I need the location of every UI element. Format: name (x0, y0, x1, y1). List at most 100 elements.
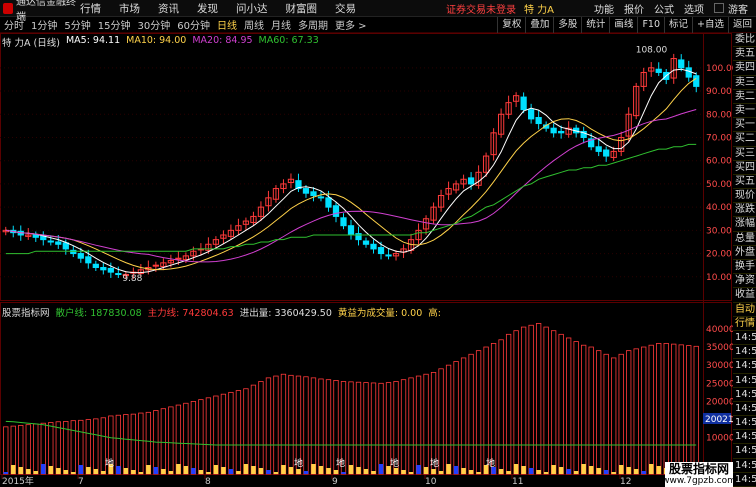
flow-bar (356, 467, 361, 474)
sub-y-tick: 10000 (706, 434, 733, 444)
chart-canvas[interactable]: 10.00 20.00 30.00 40.00 50.00 60.00 70.00 80.00… (0, 0, 733, 487)
legend-high: 高: (428, 308, 441, 319)
flow-bar (123, 468, 129, 474)
right-panel-item[interactable]: 净资 (733, 274, 756, 289)
right-panel-item[interactable]: 买三 (733, 147, 756, 161)
main-line-bar (25, 424, 31, 475)
main-line-bar (671, 343, 677, 475)
right-panel-item[interactable]: 委比 (733, 33, 756, 48)
right-panel-item[interactable]: 卖四 (733, 61, 756, 76)
right-panel-item[interactable]: 外盘 (733, 246, 756, 260)
right-panel-item[interactable]: 14:5 (733, 374, 756, 388)
right-panel-item[interactable]: 买四 (733, 161, 756, 175)
right-panel-item[interactable]: 买一 (733, 118, 756, 133)
main-line-bar (468, 353, 474, 475)
flow-bar (251, 466, 256, 474)
right-panel-item[interactable]: 卖二 (733, 90, 756, 104)
right-panel-item[interactable]: 14:5 (733, 444, 756, 459)
flow-bar (288, 467, 294, 474)
right-panel-item[interactable]: 收益 (733, 288, 756, 303)
right-panel-item[interactable]: 14:5 (733, 459, 756, 473)
main-line-bar (693, 345, 699, 475)
flow-bar (18, 467, 24, 474)
right-panel-item[interactable]: 卖五 (733, 47, 756, 62)
right-panel-item[interactable]: 14:5 (733, 402, 756, 417)
main-line-bar (33, 423, 39, 475)
candle-body (77, 253, 84, 259)
main-line-bar (558, 333, 564, 475)
flow-bar (266, 470, 271, 474)
flow-bar (633, 469, 639, 474)
main-line-bar (258, 381, 264, 475)
flow-bar (3, 472, 9, 474)
right-panel-item[interactable]: 行情 (733, 317, 756, 331)
watermark-url: www.7gpzb.com (662, 476, 736, 486)
main-line-bar (535, 323, 542, 475)
indicator-name[interactable]: 股票指标网 (2, 305, 50, 319)
flow-bar (228, 469, 234, 474)
flow-bar (78, 465, 84, 474)
right-panel-item[interactable]: 买二 (733, 132, 756, 147)
flow-bar (191, 468, 196, 474)
main-line-bar (543, 326, 549, 475)
legend-main: 主力线: 742804.63 (147, 308, 234, 319)
main-line-bar (280, 373, 287, 475)
right-panel-item[interactable]: 卖一 (733, 104, 756, 119)
flow-bar (236, 471, 241, 474)
candle-body (317, 196, 325, 199)
main-line-bar (528, 324, 534, 475)
right-panel-item[interactable]: 买五 (733, 175, 756, 190)
flow-bar (603, 470, 609, 474)
flow-bar (198, 470, 204, 474)
right-panel-item[interactable]: 14:5 (733, 345, 756, 360)
candle-body (370, 243, 377, 250)
flow-bar (566, 469, 571, 474)
flow-bar (528, 468, 534, 474)
x-axis-label: 7 (78, 477, 84, 487)
main-line-bar (145, 411, 152, 475)
right-panel-item[interactable]: 14:5 (733, 430, 756, 445)
right-panel-item[interactable]: 现价 (733, 189, 756, 204)
candle-body (678, 59, 685, 69)
candle-body (603, 149, 610, 157)
right-panel-item[interactable]: 涨幅 (733, 217, 756, 232)
right-panel-item[interactable]: 涨跌 (733, 203, 756, 218)
flow-bar (348, 465, 354, 474)
right-panel-item[interactable]: 14:5 (733, 416, 756, 431)
flow-bar (71, 472, 76, 474)
main-line-bar (550, 330, 557, 475)
right-panel-item[interactable]: 卖三 (733, 76, 756, 90)
right-panel-item[interactable]: 总量 (733, 232, 756, 246)
flow-bar (506, 471, 511, 474)
right-panel-item[interactable]: 14:5 (733, 331, 756, 346)
main-line-bar (438, 368, 444, 475)
x-axis-label: 9 (332, 477, 338, 487)
main-line-bar (303, 376, 309, 475)
main-line-bar (288, 374, 294, 475)
main-line-bar (213, 395, 219, 475)
flow-bar (588, 466, 594, 474)
right-panel-item[interactable]: 14:5 (733, 388, 756, 402)
candle-body (32, 234, 39, 238)
flow-bar (468, 470, 474, 474)
main-line-bar (205, 397, 212, 475)
flow-bar (431, 469, 436, 474)
flow-bar (153, 467, 159, 474)
main-line-bar (475, 350, 482, 475)
low-label: 9.88 (122, 274, 142, 284)
retail-line (5, 420, 697, 446)
right-panel-item[interactable]: 14:5 (733, 473, 756, 487)
bottom-marker-label: 地 (336, 457, 345, 469)
watermark: 股票指标网 www.7gpzb.com (662, 462, 736, 487)
main-line-bar (355, 381, 362, 475)
right-panel-item[interactable]: 14:5 (733, 359, 756, 374)
x-axis-label: 2015年 (2, 475, 34, 487)
flow-bar (161, 469, 166, 474)
right-panel-item[interactable]: 自动 (733, 303, 756, 317)
main-legend: 特 力A (日线) MA5: 94.11 MA10: 94.00 MA20: 8… (2, 35, 319, 49)
flow-bar (116, 466, 121, 474)
flow-bar (243, 464, 249, 474)
main-line-bar (265, 377, 272, 475)
right-panel-item[interactable]: 换手 (733, 260, 756, 275)
flow-bar (498, 469, 504, 474)
